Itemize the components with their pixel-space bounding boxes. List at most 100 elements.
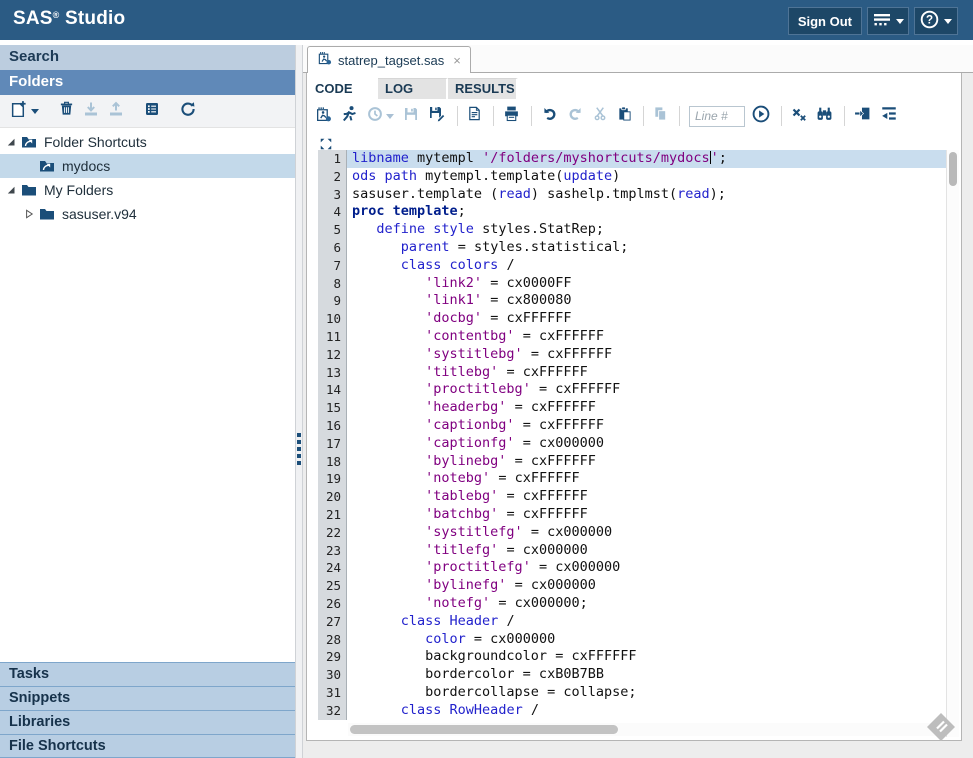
goto-line-button[interactable] xyxy=(752,104,770,128)
code-line[interactable]: 3sasuser.template (read) sashelp.tmplmst… xyxy=(318,186,946,204)
refresh-button[interactable] xyxy=(180,99,196,123)
format-code-button[interactable] xyxy=(880,104,898,128)
delete-button[interactable] xyxy=(59,99,74,123)
sidebar-section-file-shortcuts[interactable]: File Shortcuts xyxy=(0,734,295,758)
clear-all-button[interactable] xyxy=(791,104,807,128)
code-line[interactable]: 7 class colors / xyxy=(318,257,946,275)
undo-button[interactable] xyxy=(541,104,558,128)
tab-code[interactable]: CODE xyxy=(308,78,378,99)
tab-log[interactable]: LOG xyxy=(378,78,448,99)
help-menu-button[interactable]: ? xyxy=(914,7,958,35)
find-button[interactable] xyxy=(816,104,833,128)
sidebar-section-search[interactable]: Search xyxy=(0,45,295,70)
save-as-button[interactable] xyxy=(428,104,446,128)
code-line[interactable]: 18 'bylinebg' = cxFFFFFF xyxy=(318,453,946,471)
code-line[interactable]: 27 class Header / xyxy=(318,613,946,631)
code-line[interactable]: 4proc template; xyxy=(318,203,946,221)
sidebar-section-snippets[interactable]: Snippets xyxy=(0,686,295,710)
sidebar-section-libraries[interactable]: Libraries xyxy=(0,710,295,734)
code-line[interactable]: 30 bordercolor = cxB0B7BB xyxy=(318,666,946,684)
code-line[interactable]: 1libname mytempl '/folders/myshortcuts/m… xyxy=(318,150,946,168)
paste-button[interactable] xyxy=(617,104,632,128)
sidebar-splitter[interactable] xyxy=(295,45,303,758)
code-line[interactable]: 11 'contentbg' = cxFFFFFF xyxy=(318,328,946,346)
upload-button[interactable] xyxy=(108,99,124,123)
tree-item-label: Folder Shortcuts xyxy=(44,134,147,150)
tree-item-mydocs[interactable]: mydocs xyxy=(0,154,295,178)
code-line[interactable]: 13 'titlebg' = cxFFFFFF xyxy=(318,364,946,382)
code-line[interactable]: 8 'link2' = cx0000FF xyxy=(318,275,946,293)
close-icon[interactable]: × xyxy=(453,53,461,68)
redo-button[interactable] xyxy=(567,104,584,128)
download-button[interactable] xyxy=(83,99,99,123)
properties-button[interactable] xyxy=(144,99,160,123)
code-line[interactable]: 12 'systitlebg' = cxFFFFFF xyxy=(318,346,946,364)
svg-text:?: ? xyxy=(926,14,933,27)
code-line[interactable]: 19 'notebg' = cxFFFFFF xyxy=(318,470,946,488)
horizontal-scrollbar-thumb[interactable] xyxy=(350,725,618,734)
tab-statrep-tagset-sas[interactable]: statrep_tagset.sas × xyxy=(307,46,471,73)
editor-toolbar xyxy=(315,102,907,130)
code-editor[interactable]: 1libname mytempl '/folders/myshortcuts/m… xyxy=(318,150,946,720)
code-text: sasuser.template (read) sashelp.tmplmst(… xyxy=(347,186,946,204)
expander-collapsed-icon[interactable] xyxy=(24,209,39,219)
code-line[interactable]: 25 'bylinefg' = cx000000 xyxy=(318,577,946,595)
code-line[interactable]: 6 parent = styles.statistical; xyxy=(318,239,946,257)
horizontal-scrollbar[interactable] xyxy=(348,723,942,736)
code-line[interactable]: 24 'proctitlefg' = cx000000 xyxy=(318,559,946,577)
code-line[interactable]: 26 'notefg' = cx000000; xyxy=(318,595,946,613)
code-line[interactable]: 32 class RowHeader / xyxy=(318,702,946,720)
trash-icon xyxy=(59,101,74,121)
tab-results[interactable]: RESULTS xyxy=(448,78,518,99)
sidebar-section-folders[interactable]: Folders xyxy=(0,70,295,95)
vertical-scrollbar[interactable] xyxy=(946,150,959,737)
vertical-scrollbar-thumb[interactable] xyxy=(949,152,957,186)
code-line[interactable]: 23 'titlefg' = cx000000 xyxy=(318,542,946,560)
line-number: 11 xyxy=(318,328,347,346)
code-line[interactable]: 28 color = cx000000 xyxy=(318,631,946,649)
line-number: 24 xyxy=(318,559,347,577)
code-line[interactable]: 14 'proctitlebg' = cxFFFFFF xyxy=(318,381,946,399)
code-line[interactable]: 20 'tablebg' = cxFFFFFF xyxy=(318,488,946,506)
code-line[interactable]: 21 'batchbg' = cxFFFFFF xyxy=(318,506,946,524)
line-number: 2 xyxy=(318,168,347,186)
expander-expanded-icon[interactable] xyxy=(6,137,21,147)
save-button[interactable] xyxy=(403,104,419,128)
resize-grip-icon[interactable] xyxy=(924,710,960,744)
code-line[interactable]: 10 'docbg' = cxFFFFFF xyxy=(318,310,946,328)
code-line[interactable]: 9 'link1' = cx800080 xyxy=(318,292,946,310)
submission-history-button[interactable] xyxy=(367,104,394,128)
copy-button[interactable] xyxy=(653,104,668,128)
tree-item-label: mydocs xyxy=(62,158,110,174)
code-text: 'systitlebg' = cxFFFFFF xyxy=(347,346,946,364)
code-line[interactable]: 17 'captionfg' = cx000000 xyxy=(318,435,946,453)
tree-item-folder-shortcuts[interactable]: Folder Shortcuts xyxy=(0,130,295,154)
code-line[interactable]: 2ods path mytempl.template(update) xyxy=(318,168,946,186)
line-number: 25 xyxy=(318,577,347,595)
cut-button[interactable] xyxy=(593,104,608,128)
code-line[interactable]: 31 bordercollapse = collapse; xyxy=(318,684,946,702)
new-program-button[interactable] xyxy=(467,104,482,128)
code-line[interactable]: 22 'systitlefg' = cx000000 xyxy=(318,524,946,542)
code-line[interactable]: 15 'headerbg' = cxFFFFFF xyxy=(318,399,946,417)
goto-line-input[interactable] xyxy=(689,106,745,127)
sign-out-button[interactable]: Sign Out xyxy=(788,7,862,35)
application-menu-button[interactable] xyxy=(867,7,909,35)
run-button[interactable] xyxy=(341,104,358,128)
code-line[interactable]: 5 define style styles.StatRep; xyxy=(318,221,946,239)
goto-region-button[interactable] xyxy=(854,104,871,128)
code-line[interactable]: 29 backgroundcolor = cxFFFFFF xyxy=(318,648,946,666)
tree-item-sasuser-v94[interactable]: sasuser.v94 xyxy=(0,202,295,226)
expander-expanded-icon[interactable] xyxy=(6,185,21,195)
line-number: 8 xyxy=(318,275,347,293)
code-text: color = cx000000 xyxy=(347,631,946,649)
code-text: 'link2' = cx0000FF xyxy=(347,275,946,293)
sidebar-section-tasks[interactable]: Tasks xyxy=(0,662,295,686)
tree-item-label: sasuser.v94 xyxy=(62,206,137,222)
new-item-button[interactable] xyxy=(10,99,39,123)
sas-program-button[interactable] xyxy=(315,104,332,128)
code-line[interactable]: 16 'captionbg' = cxFFFFFF xyxy=(318,417,946,435)
tree-item-my-folders[interactable]: My Folders xyxy=(0,178,295,202)
print-button[interactable] xyxy=(503,104,520,128)
line-number: 7 xyxy=(318,257,347,275)
